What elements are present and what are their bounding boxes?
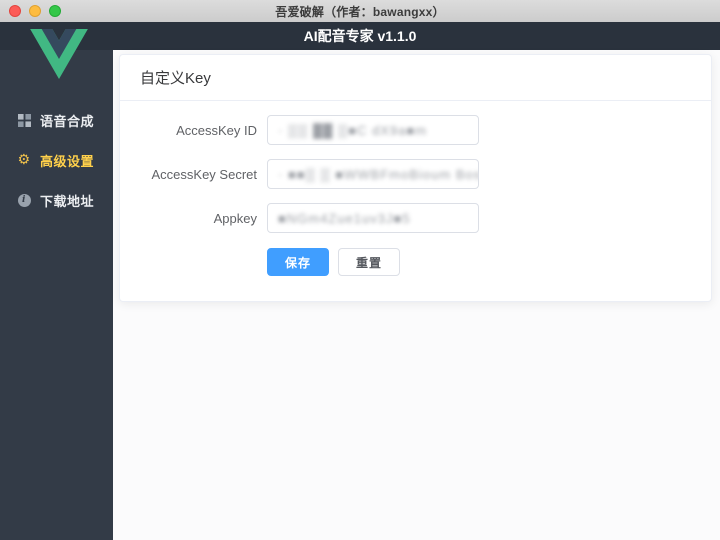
form-row-appkey: Appkey ■NGm4Zue1uv3J■5 — [140, 203, 691, 233]
sidebar-menu: 语音合成 ⚙ 高级设置 i 下载地址 — [0, 100, 113, 220]
appkey-input[interactable]: ■NGm4Zue1uv3J■5 — [267, 203, 479, 233]
sidebar-item-label: 高级设置 — [40, 153, 95, 169]
appkey-label: Appkey — [213, 210, 257, 226]
sidebar-item-voice-synthesis[interactable]: 语音合成 — [0, 100, 113, 140]
card-header: 自定义Key — [120, 55, 711, 101]
app-title: AI配音专家 v1.1.0 — [303, 28, 417, 44]
vue-logo-icon — [30, 29, 88, 79]
traffic-lights — [9, 5, 61, 17]
accesskey-id-label: AccessKey ID — [176, 122, 257, 138]
form-row-accesskey-id: AccessKey ID · ▒▒ ██ ▒■C dX9a■m — [140, 115, 691, 145]
gear-icon: ⚙ — [17, 152, 31, 168]
appkey-value-redacted: ■NGm4Zue1uv3J■5 — [278, 210, 411, 226]
minimize-button[interactable] — [29, 5, 41, 17]
maximize-button[interactable] — [49, 5, 61, 17]
sidebar-item-label: 语音合成 — [40, 113, 95, 129]
custom-key-form: AccessKey ID · ▒▒ ██ ▒■C dX9a■m AccessKe… — [120, 101, 711, 276]
sidebar-item-download-address[interactable]: i 下载地址 — [0, 180, 113, 220]
accesskey-secret-input[interactable]: · ■■▒ ▒ ■WWBFmoBioum BosH42 — [267, 159, 479, 189]
accesskey-secret-value-redacted: · ■■▒ ▒ ■WWBFmoBioum BosH42 — [278, 166, 479, 182]
form-row-accesskey-secret: AccessKey Secret · ■■▒ ▒ ■WWBFmoBioum Bo… — [140, 159, 691, 189]
reset-button[interactable]: 重置 — [338, 248, 401, 276]
close-button[interactable] — [9, 5, 21, 17]
save-button[interactable]: 保存 — [267, 248, 330, 276]
macos-titlebar: 吾爱破解（作者：bawangxx） — [0, 0, 720, 23]
card-title: 自定义Key — [140, 70, 211, 87]
app-header: AI配音专家 v1.1.0 — [0, 22, 720, 50]
info-icon: i — [17, 193, 31, 207]
window-title: 吾爱破解（作者：bawangxx） — [275, 4, 445, 19]
sidebar-item-advanced-settings[interactable]: ⚙ 高级设置 — [0, 140, 113, 180]
form-actions: 保存 重置 — [267, 248, 691, 276]
sidebar-item-label: 下载地址 — [40, 193, 95, 209]
accesskey-id-value-redacted: · ▒▒ ██ ▒■C dX9a■m — [278, 122, 428, 138]
grid-icon — [17, 113, 31, 127]
main-content: 自定义Key AccessKey ID · ▒▒ ██ ▒■C dX9a■m A… — [113, 50, 720, 540]
accesskey-id-input[interactable]: · ▒▒ ██ ▒■C dX9a■m — [267, 115, 479, 145]
accesskey-secret-label: AccessKey Secret — [151, 166, 258, 182]
custom-key-card: 自定义Key AccessKey ID · ▒▒ ██ ▒■C dX9a■m A… — [119, 54, 712, 302]
